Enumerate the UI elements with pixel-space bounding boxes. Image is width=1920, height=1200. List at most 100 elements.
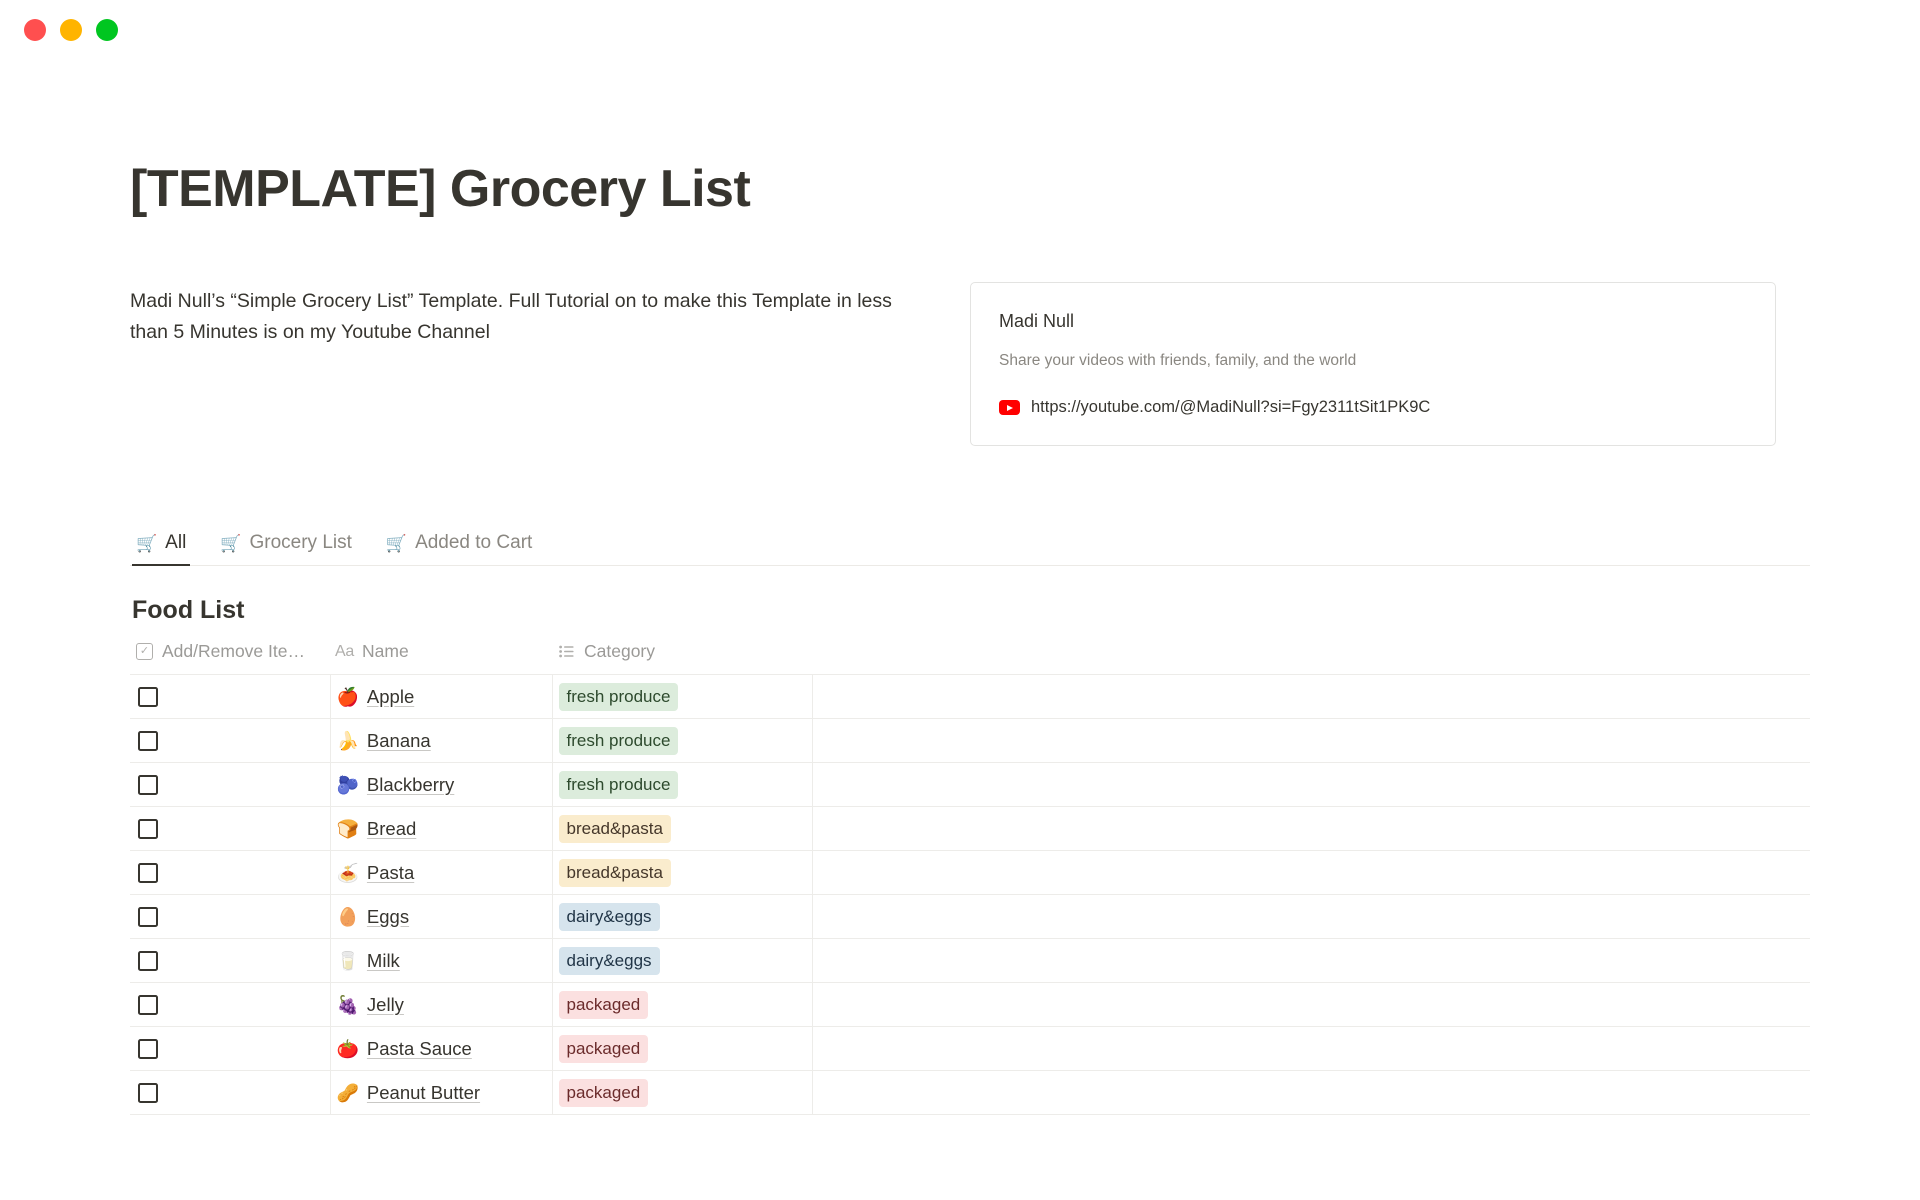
category-tag[interactable]: dairy&eggs bbox=[559, 947, 660, 975]
table-body: 🍎Applefresh produce🍌Bananafresh produce🫐… bbox=[130, 675, 1810, 1115]
column-header-name[interactable]: Aa Name bbox=[330, 639, 552, 675]
row-checkbox[interactable] bbox=[138, 1039, 158, 1059]
row-checkbox[interactable] bbox=[138, 731, 158, 751]
page-body: [TEMPLATE] Grocery List Madi Null’s “Sim… bbox=[0, 160, 1920, 1115]
row-checkbox[interactable] bbox=[138, 951, 158, 971]
table-row: 🍌Bananafresh produce bbox=[130, 719, 1810, 763]
tab-added-to-cart[interactable]: 🛒 Added to Cart bbox=[382, 532, 536, 566]
maximize-window-button[interactable] bbox=[96, 19, 118, 41]
cell-category: bread&pasta bbox=[552, 851, 812, 895]
text-aa-icon: Aa bbox=[336, 643, 353, 660]
cell-add-remove bbox=[130, 675, 330, 719]
cell-empty bbox=[812, 763, 1810, 807]
cell-add-remove bbox=[130, 1027, 330, 1071]
table-row: 🍞Breadbread&pasta bbox=[130, 807, 1810, 851]
row-checkbox[interactable] bbox=[138, 995, 158, 1015]
bookmark-description: Share your videos with friends, family, … bbox=[999, 350, 1747, 372]
tab-grocery-list[interactable]: 🛒 Grocery List bbox=[216, 532, 356, 566]
table-row: 🥛 Milk dairy&eggs bbox=[130, 939, 1810, 983]
category-tag[interactable]: fresh produce bbox=[559, 727, 679, 755]
item-name[interactable]: Milk bbox=[367, 950, 400, 972]
cell-category: packaged bbox=[552, 1071, 812, 1115]
item-name[interactable]: Pasta Sauce bbox=[367, 1038, 472, 1060]
cell-category: dairy&eggs bbox=[552, 939, 812, 983]
grocery-icon: 🛒 bbox=[136, 535, 157, 552]
youtube-bookmark-card[interactable]: Madi Null Share your videos with friends… bbox=[970, 282, 1776, 447]
item-emoji-icon: 🥜 bbox=[337, 1084, 359, 1102]
cell-add-remove bbox=[130, 939, 330, 983]
category-tag[interactable]: packaged bbox=[559, 1079, 649, 1107]
item-emoji-icon: 🥛 bbox=[337, 952, 359, 970]
item-emoji-icon: 🍅 bbox=[337, 1040, 359, 1058]
cell-name: 🍌Banana bbox=[330, 719, 552, 763]
bookmark-link-row[interactable]: https://youtube.com/@MadiNull?si=Fgy2311… bbox=[999, 398, 1747, 417]
item-name[interactable]: Blackberry bbox=[367, 774, 454, 796]
category-tag[interactable]: bread&pasta bbox=[559, 859, 671, 887]
item-name[interactable]: Eggs bbox=[367, 906, 409, 928]
cell-empty bbox=[812, 1071, 1810, 1115]
food-list-table: ✓ Add/Remove Ite… Aa Name bbox=[130, 639, 1810, 1115]
cell-empty bbox=[812, 851, 1810, 895]
cell-name: 🍅 Pasta Sauce bbox=[330, 1027, 552, 1071]
bookmark-url[interactable]: https://youtube.com/@MadiNull?si=Fgy2311… bbox=[1031, 398, 1430, 417]
table-title: Food List bbox=[130, 596, 1810, 625]
intro-section: Madi Null’s “Simple Grocery List” Templa… bbox=[130, 282, 1810, 447]
page-description: Madi Null’s “Simple Grocery List” Templa… bbox=[130, 282, 920, 349]
item-name[interactable]: Pasta bbox=[367, 862, 414, 884]
table-row: 🍇 Jelly packaged bbox=[130, 983, 1810, 1027]
row-checkbox[interactable] bbox=[138, 775, 158, 795]
column-header-category-label: Category bbox=[584, 641, 655, 662]
column-header-category[interactable]: Category bbox=[552, 639, 812, 675]
item-name[interactable]: Banana bbox=[367, 730, 431, 752]
row-checkbox[interactable] bbox=[138, 863, 158, 883]
cell-add-remove bbox=[130, 807, 330, 851]
category-tag[interactable]: dairy&eggs bbox=[559, 903, 660, 931]
item-name[interactable]: Apple bbox=[367, 686, 414, 708]
cell-add-remove bbox=[130, 895, 330, 939]
cell-add-remove bbox=[130, 851, 330, 895]
category-tag[interactable]: fresh produce bbox=[559, 771, 679, 799]
cell-name: 🍞Bread bbox=[330, 807, 552, 851]
cell-category: fresh produce bbox=[552, 763, 812, 807]
item-name[interactable]: Jelly bbox=[367, 994, 404, 1016]
cell-name: 🍇 Jelly bbox=[330, 983, 552, 1027]
cell-empty bbox=[812, 719, 1810, 763]
cell-empty bbox=[812, 895, 1810, 939]
row-checkbox[interactable] bbox=[138, 687, 158, 707]
table-row: 🍅 Pasta Sauce packaged bbox=[130, 1027, 1810, 1071]
item-emoji-icon: 🍇 bbox=[337, 996, 359, 1014]
cell-category: dairy&eggs bbox=[552, 895, 812, 939]
cell-category: bread&pasta bbox=[552, 807, 812, 851]
grocery-icon: 🛒 bbox=[220, 535, 241, 552]
table-row: 🥜 Peanut Butter packaged bbox=[130, 1071, 1810, 1115]
cell-name: 🥜 Peanut Butter bbox=[330, 1071, 552, 1115]
column-header-add-remove[interactable]: ✓ Add/Remove Ite… bbox=[130, 639, 330, 675]
category-tag[interactable]: fresh produce bbox=[559, 683, 679, 711]
close-window-button[interactable] bbox=[24, 19, 46, 41]
tab-all[interactable]: 🛒 All bbox=[132, 532, 190, 566]
category-tag[interactable]: packaged bbox=[559, 991, 649, 1019]
category-tag[interactable]: packaged bbox=[559, 1035, 649, 1063]
select-list-icon bbox=[558, 643, 575, 660]
row-checkbox[interactable] bbox=[138, 819, 158, 839]
checkbox-icon: ✓ bbox=[136, 643, 153, 660]
category-tag[interactable]: bread&pasta bbox=[559, 815, 671, 843]
item-name[interactable]: Peanut Butter bbox=[367, 1082, 480, 1104]
page-title: [TEMPLATE] Grocery List bbox=[130, 160, 1810, 220]
item-emoji-icon: 🥚 bbox=[337, 908, 359, 926]
cell-empty bbox=[812, 807, 1810, 851]
cell-name: 🥚 Eggs bbox=[330, 895, 552, 939]
row-checkbox[interactable] bbox=[138, 907, 158, 927]
tab-all-label: All bbox=[165, 532, 186, 554]
tab-added-to-cart-label: Added to Cart bbox=[415, 532, 532, 554]
cell-add-remove bbox=[130, 719, 330, 763]
grocery-icon: 🛒 bbox=[386, 535, 407, 552]
cell-name: 🍎Apple bbox=[330, 675, 552, 719]
minimize-window-button[interactable] bbox=[60, 19, 82, 41]
cell-empty bbox=[812, 983, 1810, 1027]
cell-add-remove bbox=[130, 1071, 330, 1115]
row-checkbox[interactable] bbox=[138, 1083, 158, 1103]
item-emoji-icon: 🍝 bbox=[337, 864, 359, 882]
column-header-empty bbox=[812, 639, 1810, 675]
item-name[interactable]: Bread bbox=[367, 818, 416, 840]
